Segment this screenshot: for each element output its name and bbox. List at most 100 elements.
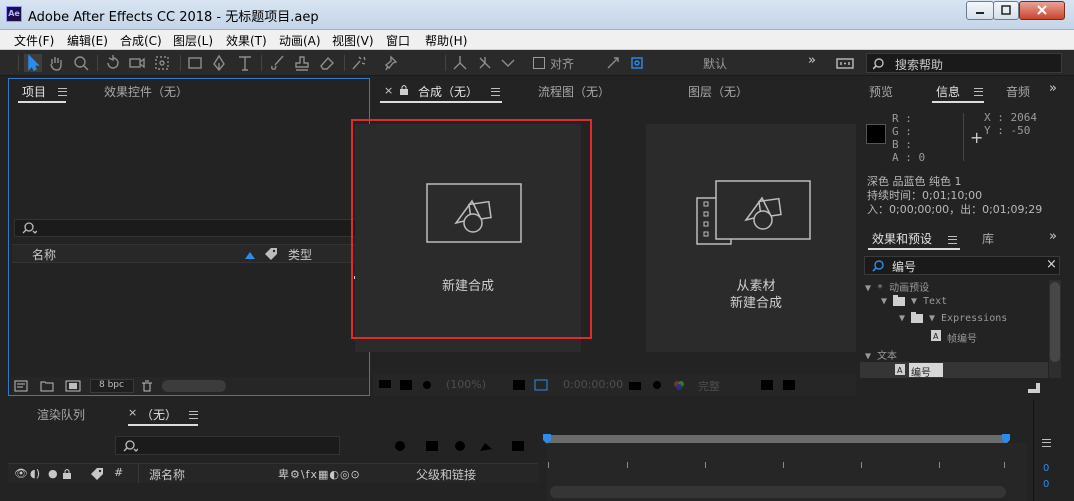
menu-edit[interactable]: 编辑(E) xyxy=(67,32,108,49)
view-axis-mode[interactable] xyxy=(499,54,517,72)
timeline-work-area-bar[interactable] xyxy=(547,435,1006,443)
selection-tool[interactable] xyxy=(24,54,42,72)
tree-text-folder[interactable]: ▼ Text xyxy=(911,296,947,307)
tab-effects-presets[interactable]: 效果和预设 xyxy=(872,230,932,247)
label-tag-icon[interactable] xyxy=(90,467,104,481)
close-button[interactable] xyxy=(1019,1,1065,20)
audio-switch-icon[interactable]: ◖) xyxy=(30,467,40,480)
lock-switch-icon[interactable] xyxy=(62,468,72,480)
workspace-more-button[interactable]: » xyxy=(808,53,816,68)
snap-checkbox[interactable] xyxy=(533,57,545,69)
tab-composition[interactable]: 合成（无） xyxy=(418,83,478,100)
tree-frame-number-preset[interactable]: 帧编号 xyxy=(947,330,977,345)
tree-expressions-folder[interactable]: ▼ Expressions xyxy=(929,313,1007,324)
show-channel-icon[interactable] xyxy=(650,379,664,391)
menu-file[interactable]: 文件(F) xyxy=(14,32,54,49)
tab-timeline-comp[interactable]: （无） xyxy=(141,406,177,423)
workspace-default[interactable]: 默认 xyxy=(703,55,727,72)
menu-window[interactable]: 窗口 xyxy=(386,32,410,49)
toggle-transparency-icon[interactable] xyxy=(782,379,796,391)
clone-stamp-tool[interactable] xyxy=(293,54,311,72)
tab-effect-controls[interactable]: 效果控件（无） xyxy=(104,83,188,100)
grid-icon[interactable] xyxy=(512,379,526,391)
view-layout-icon[interactable] xyxy=(399,379,413,391)
motion-blur-icon[interactable] xyxy=(452,439,468,453)
tab-library[interactable]: 库 xyxy=(982,230,994,247)
camera-tool[interactable] xyxy=(128,54,146,72)
timeline-search-input[interactable] xyxy=(115,436,340,455)
rotate-tool[interactable] xyxy=(104,54,122,72)
solo-switch-icon[interactable]: ● xyxy=(48,467,58,480)
composition-panel-menu-icon[interactable] xyxy=(491,88,500,96)
pen-tool[interactable] xyxy=(210,54,228,72)
tree-selected-row[interactable] xyxy=(860,362,1048,378)
tree-text-toggle[interactable]: ▼ xyxy=(881,296,887,307)
color-channel-icon[interactable] xyxy=(672,379,686,391)
menu-view[interactable]: 视图(V) xyxy=(332,32,374,49)
trash-icon[interactable] xyxy=(140,380,154,392)
info-panel-menu-icon[interactable] xyxy=(974,88,983,96)
snapshot-camera-icon[interactable] xyxy=(628,379,642,391)
puppet-tool[interactable] xyxy=(382,54,400,72)
snap-features-toggle[interactable] xyxy=(628,54,646,72)
rectangle-tool[interactable] xyxy=(186,54,204,72)
shy-layers-icon[interactable] xyxy=(392,439,408,453)
tab-render-queue[interactable]: 渲染队列 xyxy=(37,406,85,423)
interpret-footage-icon[interactable] xyxy=(14,380,28,392)
sync-settings-button[interactable] xyxy=(836,54,854,72)
effects-panel-menu-icon[interactable] xyxy=(948,236,957,244)
new-composition-icon[interactable] xyxy=(65,380,81,392)
bpc-button[interactable]: 8 bpc xyxy=(90,379,134,393)
tree-text-category[interactable]: ▼ 文本 xyxy=(865,347,897,362)
label-tag-icon[interactable] xyxy=(264,247,278,261)
menu-composition[interactable]: 合成(C) xyxy=(120,32,162,49)
column-layer-number[interactable]: # xyxy=(114,466,123,479)
effects-more-button[interactable]: » xyxy=(1049,229,1057,244)
column-name[interactable]: 名称 xyxy=(32,246,56,263)
tree-expressions-toggle[interactable]: ▼ xyxy=(899,313,905,324)
tree-numbers-effect[interactable]: 编号 xyxy=(911,364,931,379)
sort-ascending-icon[interactable] xyxy=(244,250,256,260)
menu-effect[interactable]: 效果(T) xyxy=(226,32,267,49)
region-of-interest-icon[interactable] xyxy=(760,379,774,391)
lock-icon[interactable] xyxy=(399,84,409,96)
column-type[interactable]: 类型 xyxy=(288,246,312,263)
close-timeline-tab-icon[interactable]: × xyxy=(128,406,137,419)
minimize-button[interactable] xyxy=(966,1,994,20)
mask-icon[interactable] xyxy=(420,379,434,391)
project-search-input[interactable] xyxy=(14,219,362,237)
pan-behind-tool[interactable] xyxy=(153,54,171,72)
column-source-name[interactable]: 源名称 xyxy=(149,466,185,483)
effects-search-input[interactable]: 编号 × xyxy=(864,256,1060,275)
project-scrollbar[interactable] xyxy=(162,380,226,392)
hand-tool[interactable] xyxy=(47,54,65,72)
layer-switches-icons[interactable]: 卑⚙\fx▦◐◎⊙ xyxy=(278,466,361,482)
snap-edges-toggle[interactable] xyxy=(604,54,622,72)
timeline-zoom-slider[interactable] xyxy=(550,486,1006,498)
new-folder-icon[interactable] xyxy=(40,380,54,392)
close-tab-icon[interactable]: × xyxy=(384,84,393,97)
tab-preview[interactable]: 预览 xyxy=(869,83,893,100)
tree-animation-presets[interactable]: ▼ * 动画预设 xyxy=(865,279,929,294)
zoom-tool[interactable] xyxy=(72,54,90,72)
video-switch-eye-icon[interactable]: 👁 xyxy=(14,467,28,480)
eraser-tool[interactable] xyxy=(318,54,336,72)
brush-tool[interactable] xyxy=(268,54,286,72)
tab-info[interactable]: 信息 xyxy=(936,83,960,100)
maximize-button[interactable] xyxy=(993,1,1019,20)
timeline-options-menu-icon[interactable] xyxy=(1042,439,1051,447)
always-preview-icon[interactable] xyxy=(378,379,392,391)
column-parent-link[interactable]: 父级和链接 xyxy=(416,466,476,483)
graph-editor-icon[interactable] xyxy=(478,439,494,453)
tab-flowchart[interactable]: 流程图（无） xyxy=(538,83,610,100)
comp-mini-flowchart-icon[interactable] xyxy=(360,439,376,453)
effects-scrollbar-thumb[interactable] xyxy=(1050,282,1060,362)
tab-audio[interactable]: 音频 xyxy=(1006,83,1030,100)
transparency-grid-icon[interactable] xyxy=(534,379,548,391)
frame-blending-icon[interactable] xyxy=(424,439,440,453)
local-axis-mode[interactable] xyxy=(451,54,469,72)
menu-help[interactable]: 帮助(H) xyxy=(425,32,467,49)
tab-layer[interactable]: 图层（无） xyxy=(688,83,748,100)
current-time[interactable]: 0:00:00:00 xyxy=(563,378,623,391)
world-axis-mode[interactable] xyxy=(476,54,494,72)
